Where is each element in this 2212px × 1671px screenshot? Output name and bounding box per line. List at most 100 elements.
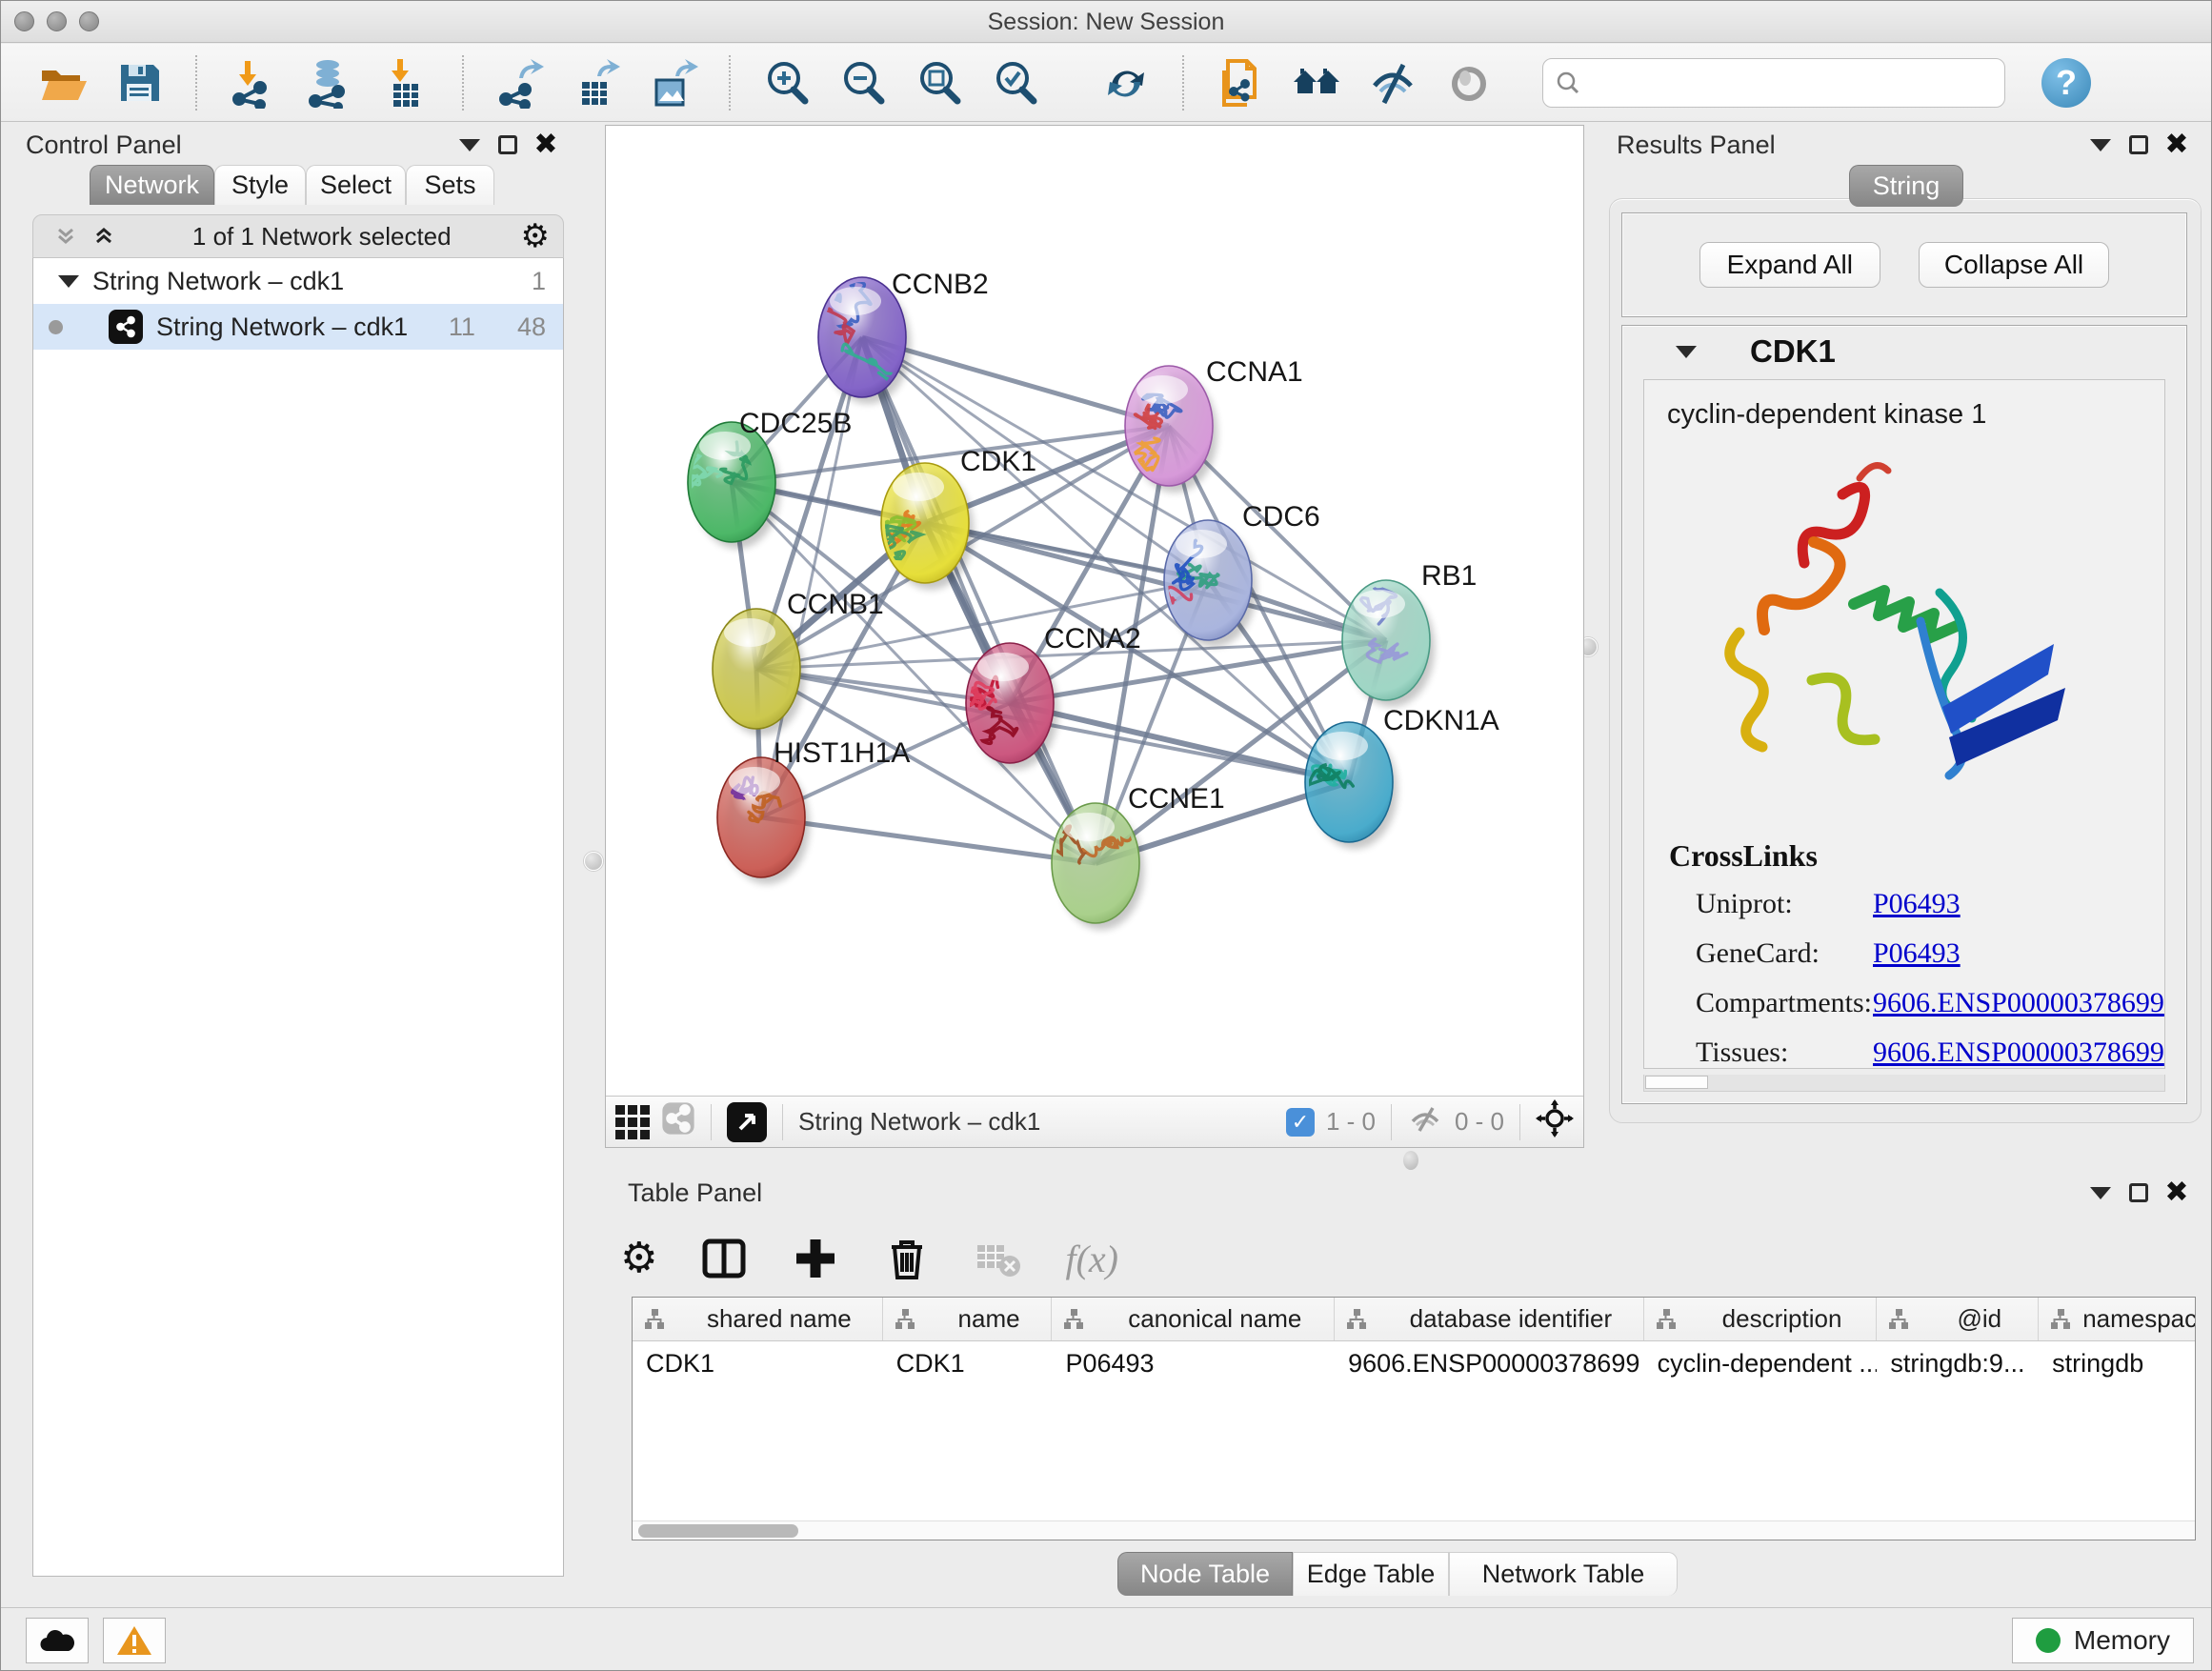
- tab-style[interactable]: Style: [214, 165, 306, 205]
- gene-section-expander-icon[interactable]: [1676, 346, 1697, 358]
- table-row[interactable]: CDK1 CDK1 P06493 9606.ENSP00000378699 cy…: [633, 1341, 2195, 1385]
- zoom-in-icon[interactable]: [759, 55, 814, 111]
- maximize-panel-icon[interactable]: [489, 129, 527, 161]
- crosslink-label: Compartments:: [1696, 987, 1873, 1019]
- horizontal-splitter-handle[interactable]: [1403, 1151, 1418, 1170]
- search-field[interactable]: [1542, 58, 2005, 108]
- import-network-database-icon[interactable]: [302, 55, 357, 111]
- maximize-panel-icon[interactable]: [2120, 1177, 2158, 1209]
- left-splitter-handle[interactable]: [584, 852, 603, 871]
- open-session-icon[interactable]: [35, 55, 90, 111]
- column-header-description[interactable]: description: [1644, 1298, 1878, 1340]
- maximize-panel-icon[interactable]: [2120, 129, 2158, 161]
- collection-count: 1: [532, 267, 546, 296]
- pan-tool-icon[interactable]: [1536, 1099, 1574, 1144]
- crosslink-uniprot-link[interactable]: P06493: [1873, 888, 1961, 920]
- column-header-namespace[interactable]: namespace: [2039, 1298, 2195, 1340]
- show-columns-icon[interactable]: [699, 1234, 749, 1283]
- home-icon[interactable]: [1289, 55, 1344, 111]
- delete-column-icon[interactable]: [882, 1234, 932, 1283]
- crosslink-compartments-link[interactable]: 9606.ENSP00000378699: [1873, 987, 2164, 1019]
- search-icon: [1555, 70, 1581, 96]
- save-session-icon[interactable]: [111, 55, 167, 111]
- network-status-dot: [49, 320, 63, 334]
- search-input[interactable]: [1589, 67, 1993, 98]
- memory-label: Memory: [2074, 1625, 2170, 1656]
- column-header-id[interactable]: @id: [1877, 1298, 2039, 1340]
- network-graph[interactable]: CCNB2CCNA1CDC25BCDK1CDC6RB1CCNB1CCNA2CDK…: [606, 126, 1583, 1096]
- close-panel-icon[interactable]: ✖: [2158, 1177, 2196, 1209]
- birdseye-view-icon[interactable]: [727, 1102, 767, 1142]
- cloud-status-button[interactable]: [26, 1618, 89, 1663]
- tab-network-table[interactable]: Network Table: [1449, 1552, 1678, 1596]
- close-panel-icon[interactable]: ✖: [527, 129, 565, 161]
- control-panel: Control Panel ✖ Network Style Select Set…: [9, 123, 582, 1596]
- tab-select[interactable]: Select: [306, 165, 406, 205]
- expand-all-button[interactable]: Expand All: [1699, 242, 1880, 288]
- collapse-all-networks-icon[interactable]: [47, 220, 85, 252]
- hide-panels-eye-icon[interactable]: [1365, 55, 1420, 111]
- crosslinks-title: CrossLinks: [1644, 814, 2164, 879]
- apply-layout-icon[interactable]: [1098, 55, 1154, 111]
- help-button[interactable]: ?: [2041, 58, 2091, 108]
- table-options-gear-icon[interactable]: ⚙: [620, 1238, 657, 1279]
- column-header-name[interactable]: name: [883, 1298, 1053, 1340]
- window-title: Session: New Session: [1, 1, 2211, 43]
- cell-namespace: stringdb: [2039, 1341, 2195, 1385]
- left-splitter[interactable]: [582, 123, 605, 1148]
- selected-checkbox-icon[interactable]: ✓: [1286, 1108, 1315, 1137]
- column-type-icon: [1344, 1307, 1369, 1332]
- svg-text:CCNE1: CCNE1: [1128, 783, 1225, 815]
- tab-string[interactable]: String: [1849, 165, 1963, 207]
- import-table-icon[interactable]: [378, 55, 433, 111]
- float-panel-icon[interactable]: [2081, 129, 2120, 161]
- column-type-icon: [642, 1307, 667, 1332]
- export-image-icon[interactable]: [645, 55, 700, 111]
- float-panel-icon[interactable]: [2081, 1177, 2120, 1209]
- crosslink-tissues-link[interactable]: 9606.ENSP00000378699: [1873, 1037, 2164, 1069]
- zoom-fit-icon[interactable]: [912, 55, 967, 111]
- expand-collapse-bar: Expand All Collapse All: [1621, 212, 2187, 317]
- import-network-file-icon[interactable]: [226, 55, 281, 111]
- crosslink-row: Uniprot: P06493: [1644, 879, 2164, 929]
- cell-description: cyclin-dependent ...: [1644, 1341, 1878, 1385]
- float-panel-icon[interactable]: [451, 129, 489, 161]
- crosslink-genecard-link[interactable]: P06493: [1873, 937, 1961, 970]
- collection-expander-icon[interactable]: [58, 275, 79, 288]
- gene-name: CDK1: [1750, 333, 1836, 370]
- column-header-canonical-name[interactable]: canonical name: [1052, 1298, 1335, 1340]
- expand-all-networks-icon[interactable]: [85, 220, 123, 252]
- zoom-selected-icon[interactable]: [988, 55, 1043, 111]
- add-column-icon[interactable]: [791, 1234, 840, 1283]
- memory-button[interactable]: Memory: [2012, 1618, 2194, 1663]
- tab-edge-table[interactable]: Edge Table: [1293, 1552, 1449, 1596]
- warning-status-button[interactable]: [103, 1618, 166, 1663]
- network-row[interactable]: String Network – cdk1 11 48: [33, 304, 563, 350]
- grid-mode-icon[interactable]: [615, 1105, 650, 1139]
- export-network-icon[interactable]: [493, 55, 548, 111]
- status-bar: Memory: [1, 1607, 2211, 1671]
- export-table-icon[interactable]: [569, 55, 624, 111]
- collapse-all-button[interactable]: Collapse All: [1919, 242, 2109, 288]
- tab-sets[interactable]: Sets: [406, 165, 494, 205]
- network-options-gear-icon[interactable]: ⚙: [521, 220, 550, 252]
- close-panel-icon[interactable]: ✖: [2158, 129, 2196, 161]
- network-collection-row[interactable]: String Network – cdk1 1: [33, 258, 563, 304]
- column-header-database-identifier[interactable]: database identifier: [1335, 1298, 1644, 1340]
- svg-text:CDKN1A: CDKN1A: [1383, 705, 1499, 736]
- tab-node-table[interactable]: Node Table: [1117, 1552, 1293, 1596]
- duplicate-network-icon[interactable]: [1213, 55, 1268, 111]
- tab-network[interactable]: Network: [90, 165, 214, 205]
- zoom-out-icon[interactable]: [835, 55, 891, 111]
- horizontal-splitter[interactable]: [582, 1148, 2212, 1173]
- network-canvas[interactable]: CCNB2CCNA1CDC25BCDK1CDC6RB1CCNB1CCNA2CDK…: [606, 126, 1583, 1096]
- detached-view-icon[interactable]: [661, 1101, 695, 1142]
- main-toolbar: ?: [1, 44, 2211, 122]
- results-horizontal-scrollbar[interactable]: [1643, 1075, 2165, 1092]
- table-horizontal-scrollbar[interactable]: [633, 1520, 2195, 1540]
- column-header-shared-name[interactable]: shared name: [633, 1298, 883, 1340]
- column-type-icon: [1061, 1307, 1086, 1332]
- table-panel: Table Panel ✖ ⚙ f(x) shared name: [582, 1171, 2212, 1607]
- gene-description: cyclin-dependent kinase 1: [1644, 380, 2164, 431]
- node-table: shared name name canonical name database…: [632, 1297, 2196, 1540]
